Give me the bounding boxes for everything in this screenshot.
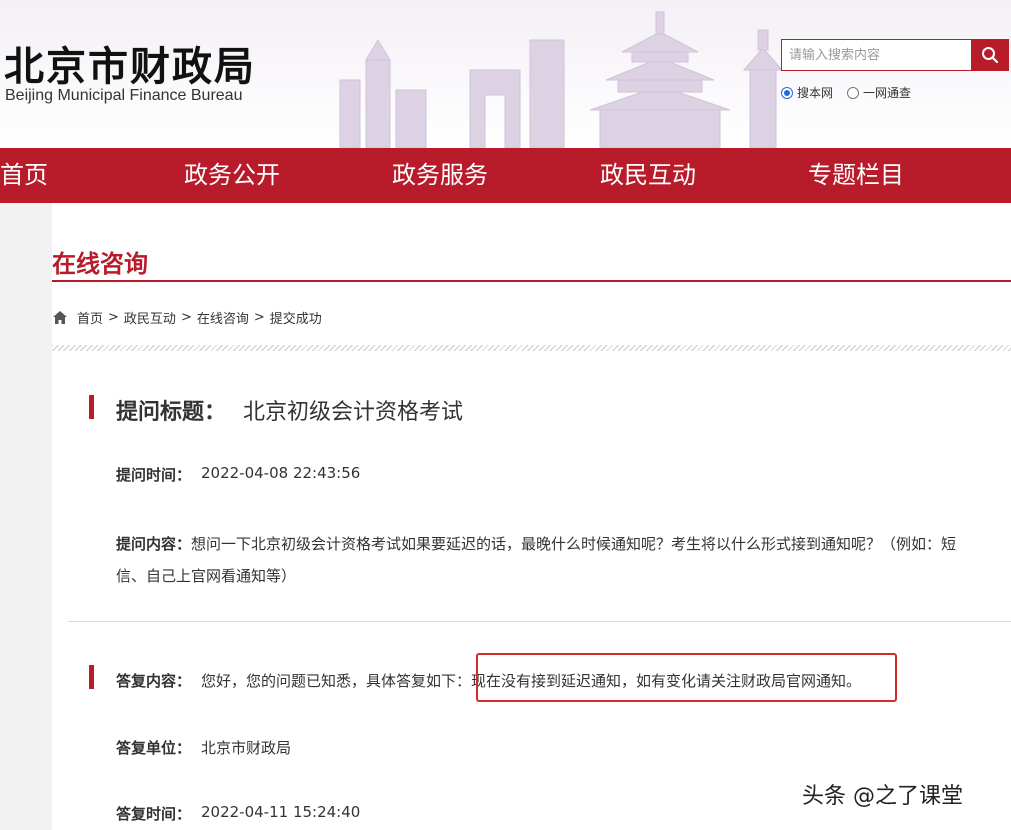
breadcrumb-current: 提交成功 — [269, 312, 322, 327]
question-content-label: 提问内容： — [116, 535, 192, 553]
main-nav: 首页 政务公开 政务服务 政民互动 专题栏目 — [0, 148, 1011, 203]
question-time-label: 提问时间： — [116, 466, 192, 484]
question-time: 2022-04-08 22:43:56 — [201, 464, 361, 482]
question-content: 想问一下北京初级会计资格考试如果要延迟的话，最晚什么时候通知呢？考生将以什么形式… — [116, 535, 957, 585]
radio-selected-icon — [781, 86, 793, 99]
breadcrumb-separator: > — [180, 310, 192, 325]
search-input[interactable] — [781, 39, 971, 71]
search-icon — [982, 47, 999, 64]
breadcrumb-public-interaction[interactable]: 政民互动 — [124, 308, 176, 327]
question-title-marker — [89, 395, 94, 419]
search-scope-site-option[interactable]: 搜本网 — [781, 84, 833, 101]
nav-item-government-services[interactable]: 政务服务 — [392, 148, 488, 203]
nav-item-special-topics[interactable]: 专题栏目 — [808, 148, 904, 203]
site-title: 北京市财政局 — [4, 44, 256, 90]
breadcrumb-separator: > — [253, 310, 265, 325]
site-subtitle: Beijing Municipal Finance Bureau — [5, 87, 243, 104]
site-header: 北京市财政局 Beijing Municipal Finance Bureau … — [0, 0, 1011, 148]
search-scope-all-option[interactable]: 一网通查 — [847, 84, 911, 101]
radio-unselected-icon — [847, 86, 860, 99]
watermark: 头条 @之了课堂 — [802, 784, 963, 809]
reply-content-label: 答复内容： — [116, 672, 192, 690]
section-divider — [52, 280, 1011, 282]
breadcrumb-home[interactable]: 首页 — [77, 308, 103, 327]
reply-unit-label: 答复单位： — [116, 739, 192, 757]
reply-unit: 北京市财政局 — [201, 739, 292, 757]
beijing-skyline-illustration — [339, 11, 784, 148]
reply-marker — [89, 665, 94, 689]
search-scope-site-label: 搜本网 — [797, 86, 834, 100]
question-title: 北京初级会计资格考试 — [243, 400, 464, 425]
question-content-block: 提问内容：想问一下北京初级会计资格考试如果要延迟的话，最晚什么时候通知呢？考生将… — [116, 528, 976, 592]
breadcrumb: 首页 > 政民互动 > 在线咨询 > 提交成功 — [53, 308, 322, 327]
search-scope-all-label: 一网通查 — [863, 86, 912, 100]
hatched-divider — [52, 345, 1011, 351]
question-title-label: 提问标题： — [116, 400, 227, 425]
reply-highlight-box — [476, 653, 897, 702]
breadcrumb-online-consult[interactable]: 在线咨询 — [197, 308, 249, 327]
section-title: 在线咨询 — [52, 250, 148, 278]
nav-item-public-interaction[interactable]: 政民互动 — [600, 148, 696, 203]
search-button[interactable] — [971, 39, 1009, 71]
search-scope-options: 搜本网 一网通查 — [781, 84, 925, 101]
search-box — [781, 39, 1009, 71]
nav-item-home[interactable]: 首页 — [0, 148, 48, 203]
nav-item-government-affairs[interactable]: 政务公开 — [184, 148, 280, 203]
content-divider — [68, 621, 1011, 622]
home-icon — [53, 311, 67, 324]
breadcrumb-separator: > — [108, 310, 119, 325]
left-margin — [0, 203, 52, 830]
reply-time: 2022-04-11 15:24:40 — [201, 803, 361, 821]
reply-time-label: 答复时间： — [116, 805, 192, 823]
